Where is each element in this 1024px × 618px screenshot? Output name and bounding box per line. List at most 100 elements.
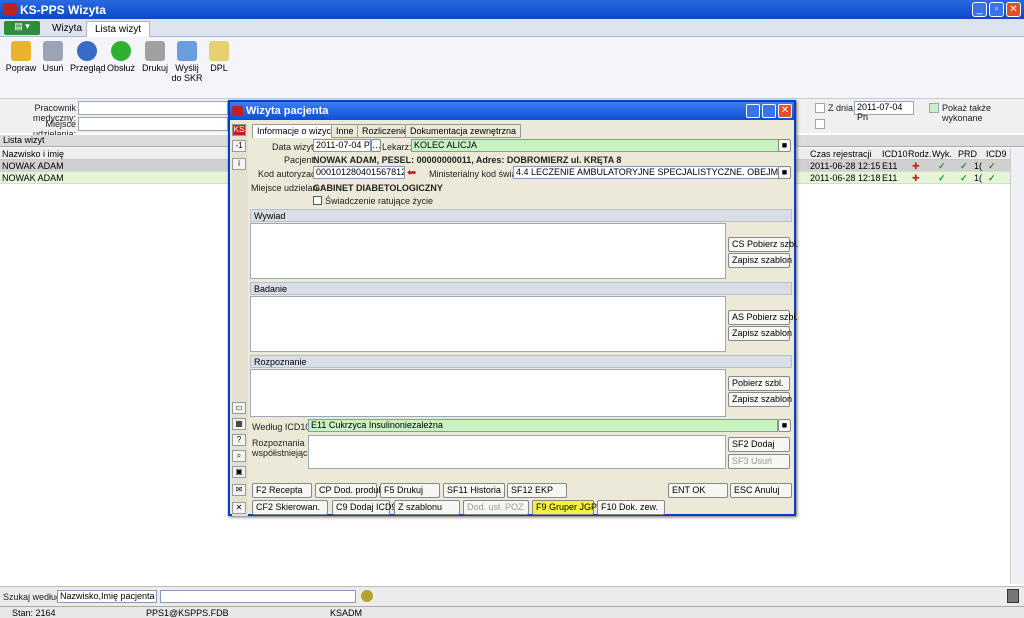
col-czas[interactable]: Czas rejestracji xyxy=(808,148,874,160)
pacjent-label: Pacjent: xyxy=(284,155,317,165)
as-pobierz-button[interactable]: AS Pobierz szbl. xyxy=(728,310,798,325)
icd10-picker-button[interactable]: ■ xyxy=(778,419,791,432)
prev-button[interactable]: -1 xyxy=(232,140,246,152)
przeglad-button[interactable]: Przegląd xyxy=(70,39,106,95)
anuluj-button[interactable]: ESC Anuluj xyxy=(730,483,792,498)
search-field-select[interactable]: Nazwisko,Imię pacjenta ▾ xyxy=(57,590,157,603)
search-select-value: Nazwisko,Imię pacjenta xyxy=(60,591,155,601)
sf2-dodaj-button[interactable]: SF2 Dodaj xyxy=(728,437,790,452)
tab-dokumentacja[interactable]: Dokumentacja zewnętrzna xyxy=(405,124,522,138)
tab-informacje[interactable]: Informacje o wizycie xyxy=(252,124,344,138)
search-icon[interactable]: ⌕ xyxy=(232,450,246,462)
rozpoznanie-textarea[interactable] xyxy=(250,369,726,417)
document-icon xyxy=(209,41,229,61)
ekp-button[interactable]: SF12 EKP xyxy=(507,483,567,498)
search-input[interactable] xyxy=(160,590,356,603)
calculator-icon[interactable]: ▦ xyxy=(232,418,246,430)
app-logo-icon xyxy=(3,3,17,15)
row-czas: 2011-06-28 12:18 xyxy=(810,173,881,183)
drukuj-button[interactable]: Drukuj xyxy=(138,39,172,95)
col-prd[interactable]: PRD xyxy=(956,148,979,160)
z-szablonu-button[interactable]: Z szablonu xyxy=(394,500,460,515)
zapisz-szablon-button[interactable]: Zapisz szablon xyxy=(728,253,792,268)
mail-icon[interactable]: ✉ xyxy=(232,484,246,496)
usun-button[interactable]: Usuń xyxy=(36,39,70,95)
skierowanie-button[interactable]: CF2 Skierowan. xyxy=(252,500,328,515)
ministerialny-picker-button[interactable]: ■ xyxy=(778,166,791,179)
check-icon: ✓ xyxy=(960,161,968,171)
zapisz-szablon-button[interactable]: Zapisz szablon xyxy=(728,392,792,407)
pokaz-label: Pokaż także wykonane xyxy=(942,103,992,123)
eye-icon xyxy=(77,41,97,61)
icd10-field[interactable]: E11 Cukrzyca Insulinoniezależna xyxy=(308,419,778,432)
kod-autoryzacji-input[interactable]: 00010128040156781234 xyxy=(313,166,405,179)
minimize-button[interactable]: _ xyxy=(972,2,987,17)
badanie-textarea[interactable] xyxy=(250,296,726,352)
lekarz-field[interactable]: KOLEC ALICJA xyxy=(411,139,779,152)
wyslij-skr-button[interactable]: Wyślij do SKR xyxy=(170,39,204,95)
miejsce-udzielan-value: GABINET DIABETOLOGICZNY xyxy=(313,183,443,193)
miejsce-input[interactable] xyxy=(78,117,228,131)
close-icon[interactable]: ✕ xyxy=(232,502,246,514)
dialog-maximize-button[interactable] xyxy=(762,104,776,118)
tab-wizyta[interactable]: Wizyta xyxy=(44,21,90,37)
pracownik-picker-button[interactable] xyxy=(815,103,825,113)
app-menu-button[interactable]: ▤ ▾ xyxy=(4,21,40,35)
swiadczenie-checkbox[interactable] xyxy=(313,196,322,205)
dpl-button[interactable]: DPL xyxy=(202,39,236,95)
calculator-icon[interactable] xyxy=(1007,589,1019,603)
dod-produkt-button[interactable]: CP Dod. produkt xyxy=(315,483,385,498)
pracownik-input[interactable] xyxy=(78,101,228,115)
icd10-label: Według ICD10: xyxy=(252,422,313,432)
date-picker-button[interactable]: … xyxy=(371,139,381,152)
gruper-jgp-button[interactable]: F9 Gruper JGP xyxy=(532,500,597,515)
arrow-left-icon[interactable]: ⬅ xyxy=(407,166,423,179)
help-icon[interactable]: ? xyxy=(232,434,246,446)
dialog-minimize-button[interactable] xyxy=(746,104,760,118)
data-wizyty-input[interactable]: 2011-07-04 Pn xyxy=(313,139,371,152)
col-nazwisko[interactable]: Nazwisko i imię xyxy=(0,148,66,160)
historia-button[interactable]: SF11 Historia xyxy=(443,483,505,498)
pokaz-checkbox[interactable] xyxy=(929,103,939,113)
monitor-icon[interactable]: ▭ xyxy=(232,402,246,414)
gear-icon[interactable] xyxy=(361,590,373,602)
popraw-button[interactable]: Popraw xyxy=(4,39,38,95)
tab-lista-wizyt[interactable]: Lista wizyt xyxy=(86,21,151,37)
maximize-button[interactable]: ▫ xyxy=(989,2,1004,17)
ministerialny-input[interactable]: 4.4 LECZENIE AMBULATORYJNE SPECJALISTYCZ… xyxy=(513,166,779,179)
miejsce-picker-button[interactable] xyxy=(815,119,825,129)
dialog-logo-icon xyxy=(232,106,243,116)
zapisz-szablon-button[interactable]: Zapisz szablon xyxy=(728,326,792,341)
status-db: PPS1@KSPPS.FDB xyxy=(146,608,229,618)
dok-zew-button[interactable]: F10 Dok. zew. xyxy=(597,500,665,515)
drukuj-label: Drukuj xyxy=(141,63,168,73)
dod-usl-poz-button[interactable]: Dod. usł. POZ xyxy=(463,500,529,515)
wywiad-textarea[interactable] xyxy=(250,223,726,279)
col-icd9[interactable]: ICD9 xyxy=(984,148,1009,160)
tab-inne[interactable]: Inne xyxy=(331,124,359,138)
pobierz-szablon-button[interactable]: Pobierz szbl. xyxy=(728,376,790,391)
dialog-sidebar: KS -1 i ▭ ▦ ? ⌕ ▣ ✉ ✕ xyxy=(232,124,248,516)
lekarz-label: Lekarz: xyxy=(382,142,412,152)
close-button[interactable]: ✕ xyxy=(1006,2,1021,17)
ministerialny-label: Ministerialny kod świad.: xyxy=(429,169,527,179)
drukuj-button[interactable]: F5 Drukuj xyxy=(380,483,440,498)
sf3-usun-button[interactable]: SF3 Usuń xyxy=(728,454,790,469)
cs-pobierz-button[interactable]: CS Pobierz szbl. xyxy=(728,237,799,252)
image-icon[interactable]: ▣ xyxy=(232,466,246,478)
ok-button[interactable]: ENT OK xyxy=(668,483,728,498)
dialog-title: Wizyta pacjenta xyxy=(246,105,329,117)
col-wyk[interactable]: Wyk. xyxy=(930,148,954,160)
info-button[interactable]: i xyxy=(232,158,246,170)
recepta-button[interactable]: F2 Recepta xyxy=(252,483,312,498)
dialog-close-button[interactable]: ✕ xyxy=(778,104,792,118)
obsluz-button[interactable]: Obsłuż xyxy=(104,39,138,95)
lekarz-picker-button[interactable]: ■ xyxy=(778,139,791,152)
wspol-textarea[interactable] xyxy=(308,435,726,469)
grid-scrollbar[interactable] xyxy=(1010,148,1024,584)
usun-label: Usuń xyxy=(42,63,64,73)
dodaj-icd9-button[interactable]: C9 Dodaj ICD9 xyxy=(332,500,397,515)
search-bar: Szukaj według: Nazwisko,Imię pacjenta ▾ xyxy=(0,586,1024,606)
z-dnia-day: Pn xyxy=(857,112,869,122)
z-dnia-input[interactable]: 2011-07-04 Pn xyxy=(854,101,914,122)
